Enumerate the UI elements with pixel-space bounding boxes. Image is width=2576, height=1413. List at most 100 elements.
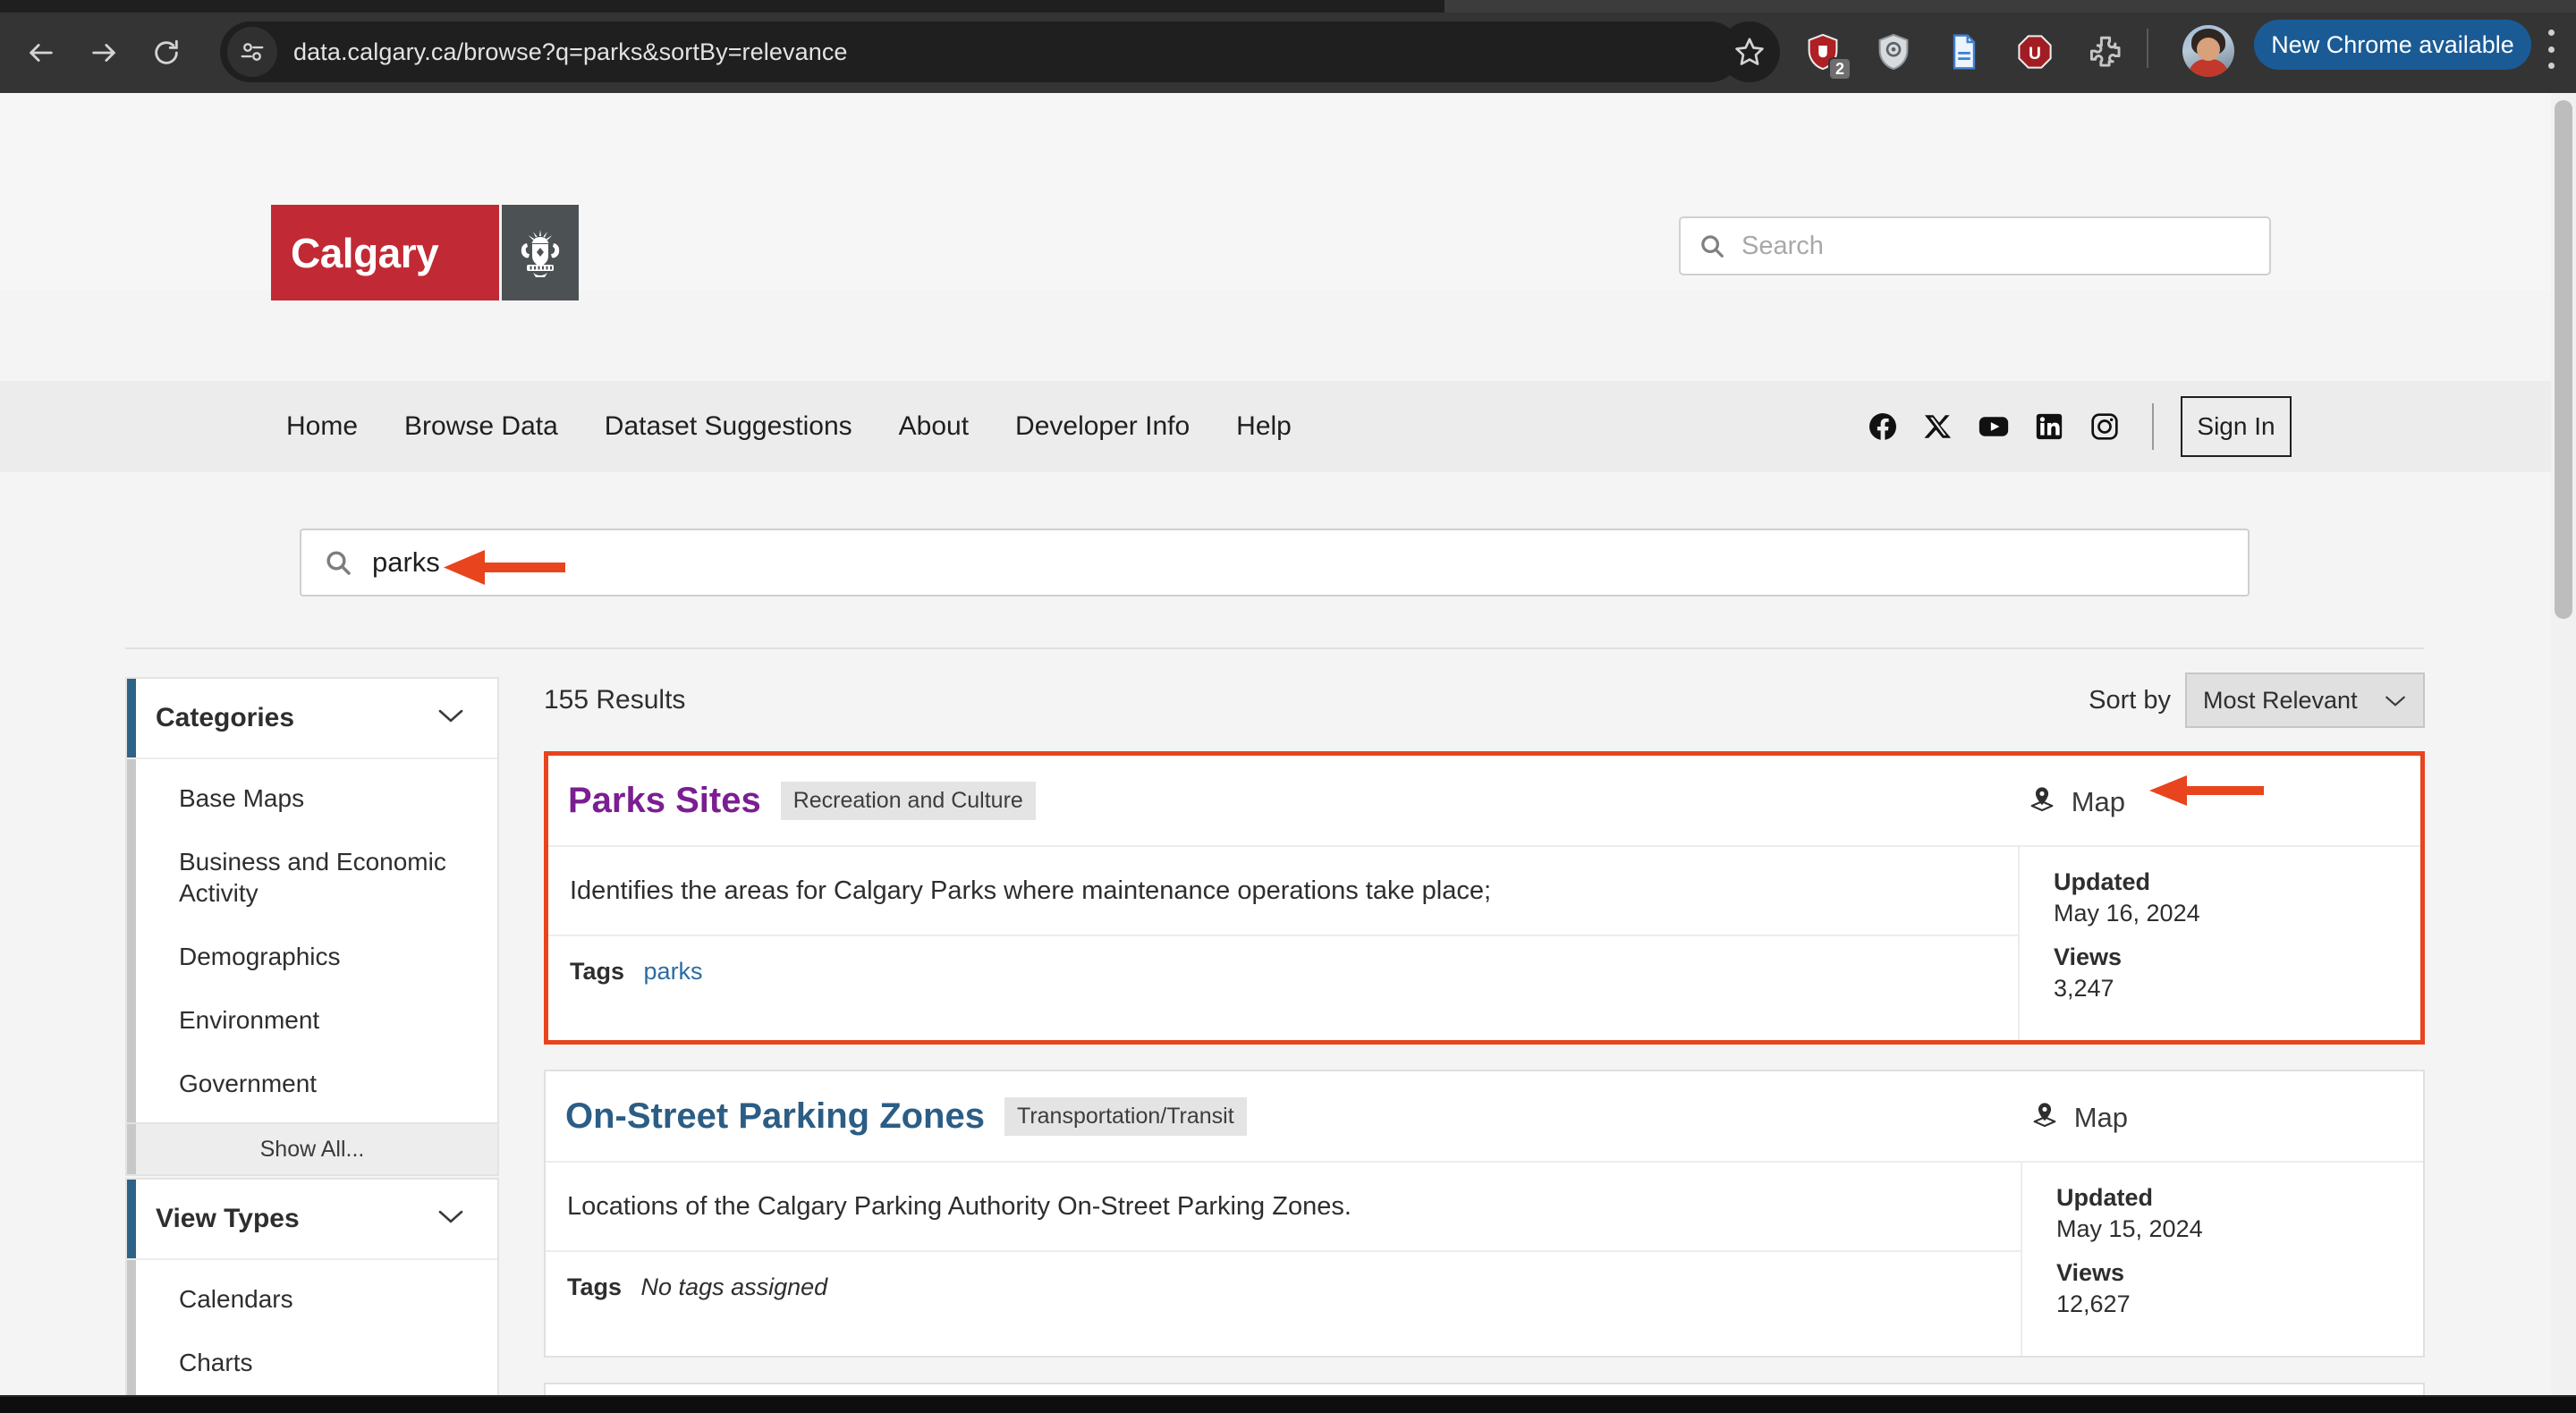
profile-avatar[interactable] [2182,25,2234,77]
views-value: 3,247 [2054,975,2114,1002]
facebook-icon[interactable] [1862,406,1903,447]
card-body: Identifies the areas for Calgary Parks w… [548,847,2420,1040]
calgary-logo[interactable]: Calgary [271,205,580,300]
results-toolbar: 155 Results Sort by Most Relevant [544,673,2425,728]
result-card[interactable]: Parks Sites Recreation and Culture Map I… [544,751,2425,1045]
document-extension-icon [1953,34,1976,70]
facet-header-view-types[interactable]: View Types [127,1180,497,1260]
chevron-down-icon [2384,687,2407,715]
updated-value: May 15, 2024 [2056,1215,2203,1242]
browser-chrome: data.calgary.ca/browse?q=parks&sortBy=re… [0,0,2576,93]
facet-title: View Types [156,1204,300,1233]
category-badge: Recreation and Culture [780,781,1036,820]
page-scrollbar-thumb[interactable] [2555,100,2572,619]
chrome-menu-button[interactable] [2538,25,2563,73]
chevron-down-icon [436,707,465,730]
back-arrow-icon [30,44,53,62]
linkedin-icon[interactable] [2029,406,2070,447]
card-header: On-Street Parking Zones Transportation/T… [546,1071,2423,1163]
extension-badge-count: 2 [1828,57,1852,80]
logo-wordmark: Calgary [271,205,499,300]
view-type-label: Map [2073,1101,2128,1133]
sort-control: Sort by Most Relevant [2089,673,2425,728]
facet-panel-categories: Categories Base Maps Business and Econom… [125,677,499,1176]
nav-item-dataset-suggestions[interactable]: Dataset Suggestions [605,411,852,442]
result-card[interactable]: Parks Turf Recreation and Culture Map [544,1383,2425,1395]
facet-panel-view-types: View Types Calendars Charts [125,1178,499,1395]
results-count: 155 Results [544,685,686,715]
facet-item-charts[interactable]: Charts [127,1331,497,1394]
facet-item-business-and-economic-activity[interactable]: Business and Economic Activity [127,830,497,925]
facet-item-government[interactable]: Government [127,1052,497,1115]
chevron-down-icon [436,1208,465,1231]
three-dot-menu-icon [2547,30,2555,36]
extensions-puzzle-icon [2089,36,2121,67]
privacy-shield-button[interactable] [1868,27,1919,77]
results-column: 155 Results Sort by Most Relevant Parks … [544,673,2425,1395]
new-chrome-available-button[interactable]: New Chrome available [2254,20,2531,70]
search-input[interactable]: parks [300,529,2250,597]
address-bar[interactable]: data.calgary.ca/browse?q=parks&sortBy=re… [220,21,1741,82]
card-left: Identifies the areas for Calgary Parks w… [548,847,2018,1040]
forward-arrow-icon [92,44,115,62]
youtube-icon[interactable] [1973,406,2014,447]
logo-text: Calgary [291,229,439,276]
sort-by-label: Sort by [2089,685,2171,715]
avatar-face [2197,38,2220,61]
result-card[interactable]: On-Street Parking Zones Transportation/T… [544,1070,2425,1358]
site-settings-button[interactable] [227,27,277,77]
shield-extension-button[interactable]: 2 [1798,27,1852,80]
card-body: Locations of the Calgary Parking Authori… [546,1163,2423,1356]
sign-in-button[interactable]: Sign In [2181,396,2292,457]
site-settings-icon [241,43,264,61]
view-type: Map [2027,784,2125,819]
site-header: Calgary Search [0,93,2551,300]
search-icon [1699,233,1725,259]
x-twitter-icon[interactable] [1918,406,1959,447]
page-viewport: Calgary Search Home Browse Data Dataset … [0,93,2576,1395]
reload-icon [155,39,178,64]
facet-item-environment[interactable]: Environment [127,988,497,1052]
reload-button[interactable] [138,24,195,81]
page-scrollbar-track[interactable] [2551,93,2576,1395]
nav-item-help[interactable]: Help [1236,411,1292,442]
nav-item-about[interactable]: About [899,411,969,442]
calgary-coat-of-arms-icon [521,229,560,277]
facet-header-categories[interactable]: Categories [127,679,497,759]
window-bottom-edge [0,1397,2576,1413]
url-text: data.calgary.ca/browse?q=parks&sortBy=re… [293,38,848,65]
sort-by-select[interactable]: Most Relevant [2185,673,2425,728]
facet-item-calendars[interactable]: Calendars [127,1267,497,1331]
ublock-origin-button[interactable]: U [2010,27,2060,77]
extensions-puzzle-button[interactable] [2080,27,2131,77]
instagram-icon[interactable] [2084,406,2125,447]
tag-link-parks[interactable]: parks [644,958,703,985]
nav-item-browse-data[interactable]: Browse Data [404,411,558,442]
dataset-tags: Tags No tags assigned [546,1252,2021,1323]
nav-right: Sign In [1862,381,2292,472]
views-label: Views [2054,943,2123,970]
updated-label: Updated [2056,1184,2153,1211]
dataset-title-link[interactable]: On-Street Parking Zones [565,1096,985,1137]
card-meta: Updated May 16, 2024 Views 3,247 [2018,847,2420,1040]
forward-button[interactable] [75,24,132,81]
card-header: Parks Turf Recreation and Culture Map [546,1384,2423,1395]
facet-list-categories: Base Maps Business and Economic Activity… [127,759,497,1122]
privacy-shield-icon [1878,33,1909,71]
header-search-input[interactable]: Search [1679,216,2271,275]
nav-item-home[interactable]: Home [286,411,358,442]
site-nav: Home Browse Data Dataset Suggestions Abo… [0,381,2551,472]
bookmark-button[interactable] [1719,21,1780,82]
categories-show-all-button[interactable]: Show All... [127,1122,497,1174]
logo-crest [502,205,579,300]
facet-title: Categories [156,703,295,732]
facet-item-demographics[interactable]: Demographics [127,925,497,988]
active-tab[interactable] [0,0,1445,13]
three-dot-menu-icon [2547,46,2555,53]
dataset-title-link[interactable]: Parks Sites [568,781,761,821]
facet-item-base-maps[interactable]: Base Maps [127,766,497,830]
svg-text:U: U [2029,45,2041,63]
nav-item-developer-info[interactable]: Developer Info [1015,411,1190,442]
document-extension-button[interactable] [1939,27,1989,77]
back-button[interactable] [13,24,70,81]
